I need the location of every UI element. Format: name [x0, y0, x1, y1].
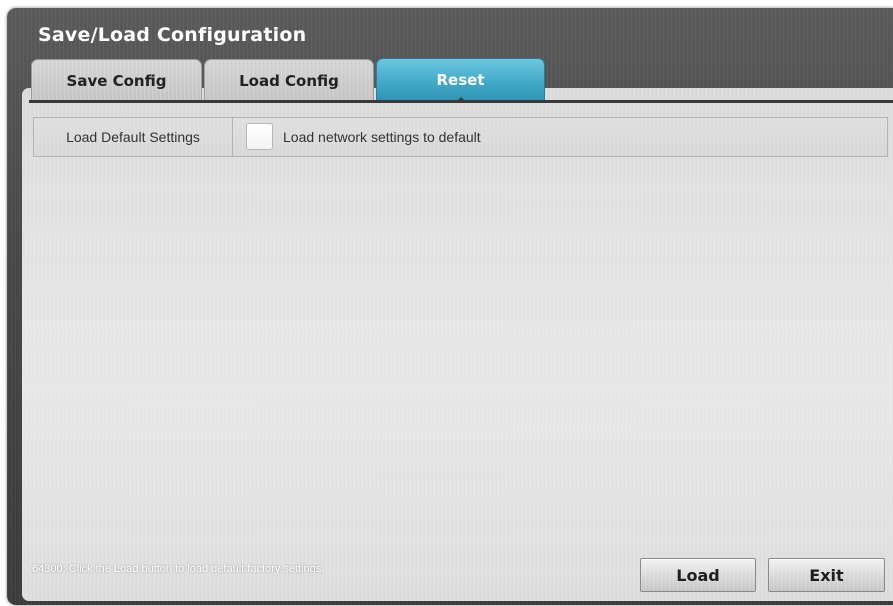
content-panel [22, 88, 893, 601]
tab-divider [29, 100, 893, 103]
tab-reset-label: Reset [436, 71, 485, 89]
tab-load-config[interactable]: Load Config [204, 59, 374, 101]
load-network-defaults-checkbox[interactable] [246, 123, 273, 150]
load-network-defaults-label[interactable]: Load network settings to default [283, 118, 481, 156]
exit-button[interactable]: Exit [768, 558, 885, 592]
load-button[interactable]: Load [640, 558, 756, 592]
load-default-settings-row: Load Default Settings Load network setti… [33, 117, 888, 157]
load-default-settings-label: Load Default Settings [34, 118, 233, 156]
tab-reset[interactable]: Reset [376, 58, 545, 103]
status-message: 64300: Click the Load button to load def… [32, 563, 325, 575]
window-title: Save/Load Configuration [38, 24, 307, 46]
tab-save-config[interactable]: Save Config [31, 59, 202, 101]
